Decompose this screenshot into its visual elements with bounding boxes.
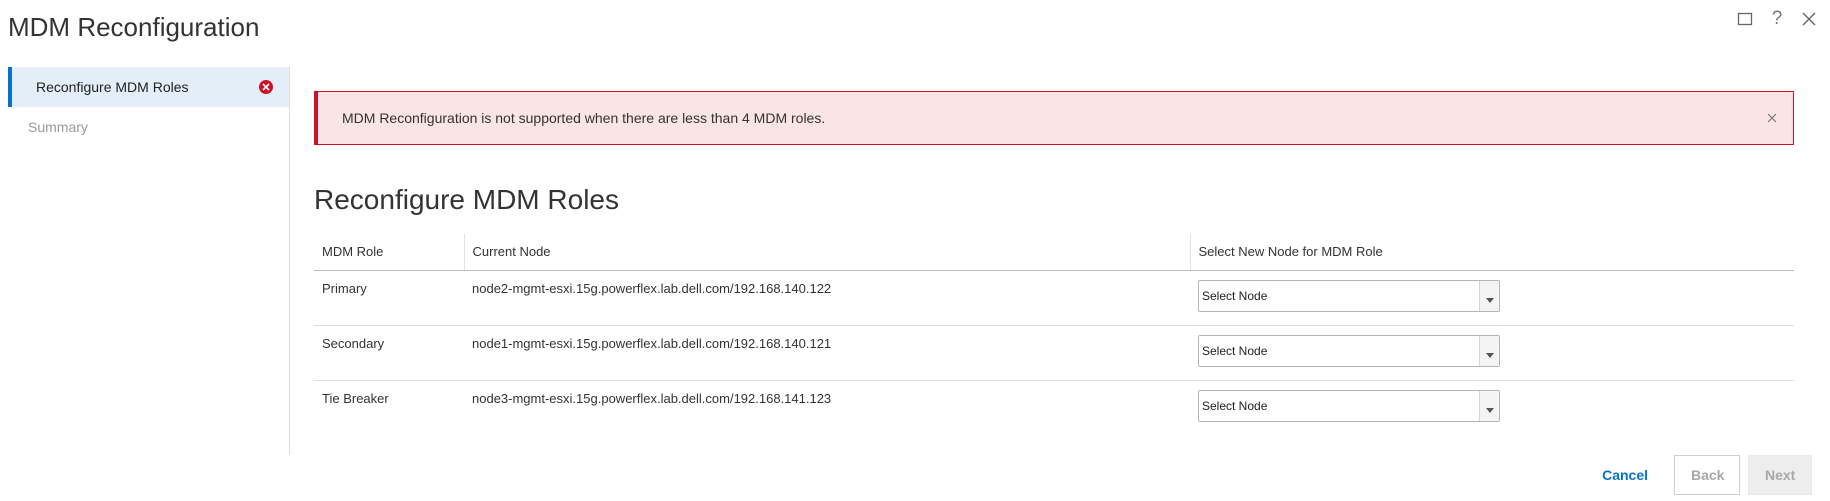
table-row: Primary node2-mgmt-esxi.15g.powerflex.la… <box>314 270 1794 326</box>
select-value: Select Node <box>1202 288 1268 303</box>
mdm-role-cell: Primary <box>314 270 464 326</box>
table-row: Secondary node1-mgmt-esxi.15g.powerflex.… <box>314 325 1794 381</box>
column-header-mdm-role: MDM Role <box>314 234 464 271</box>
chevron-down-icon <box>1479 280 1499 311</box>
current-node-cell: node1-mgmt-esxi.15g.powerflex.lab.dell.c… <box>464 325 1190 381</box>
table-row: Tie Breaker node3-mgmt-esxi.15g.powerfle… <box>314 380 1794 434</box>
chevron-down-icon <box>1479 335 1499 366</box>
mdm-role-cell: Secondary <box>314 325 464 381</box>
alert-message: MDM Reconfiguration is not supported whe… <box>342 110 826 126</box>
back-button[interactable]: Back <box>1674 455 1740 495</box>
current-node-cell: node3-mgmt-esxi.15g.powerflex.lab.dell.c… <box>472 390 832 406</box>
sidebar-item-reconfigure-mdm-roles[interactable]: Reconfigure MDM Roles <box>8 67 289 107</box>
select-node-dropdown[interactable]: Select Node <box>1198 334 1500 367</box>
maximize-icon[interactable] <box>1736 8 1754 30</box>
sidebar-item-label: Summary <box>28 119 88 135</box>
mdm-role-cell: Tie Breaker <box>322 390 389 406</box>
error-icon <box>259 80 273 94</box>
column-header-select-new-node: Select New Node for MDM Role <box>1189 234 1794 271</box>
alert-close-icon[interactable] <box>1765 111 1779 125</box>
window-controls: ? <box>1736 8 1818 30</box>
select-node-cell: Select Node <box>1190 270 1794 326</box>
current-node-cell: node2-mgmt-esxi.15g.powerflex.lab.dell.c… <box>464 270 1190 326</box>
column-header-current-node: Current Node <box>463 234 1190 271</box>
dialog-title: MDM Reconfiguration <box>8 12 260 42</box>
table-header-row: MDM Role Current Node Select New Node fo… <box>314 234 1794 271</box>
error-alert: MDM Reconfiguration is not supported whe… <box>314 91 1794 145</box>
next-button[interactable]: Next <box>1748 455 1812 495</box>
select-value: Select Node <box>1202 398 1268 413</box>
select-node-cell: Select Node <box>1190 380 1794 434</box>
sidebar-item-label: Reconfigure MDM Roles <box>36 79 189 95</box>
section-title: Reconfigure MDM Roles <box>314 184 619 215</box>
wizard-footer: Cancel Back Next <box>1584 455 1812 495</box>
cancel-button[interactable]: Cancel <box>1584 467 1666 483</box>
mdm-roles-table: MDM Role Current Node Select New Node fo… <box>314 234 1794 434</box>
chevron-down-icon <box>1479 390 1499 421</box>
help-icon[interactable]: ? <box>1768 8 1786 30</box>
sidebar-item-summary: Summary <box>8 107 289 147</box>
wizard-sidebar: Reconfigure MDM Roles Summary <box>8 67 290 455</box>
select-value: Select Node <box>1202 343 1268 358</box>
select-node-cell: Select Node <box>1190 325 1794 381</box>
select-node-dropdown[interactable]: Select Node <box>1198 279 1500 312</box>
select-node-dropdown[interactable]: Select Node <box>1198 389 1500 422</box>
close-icon[interactable] <box>1800 8 1818 30</box>
